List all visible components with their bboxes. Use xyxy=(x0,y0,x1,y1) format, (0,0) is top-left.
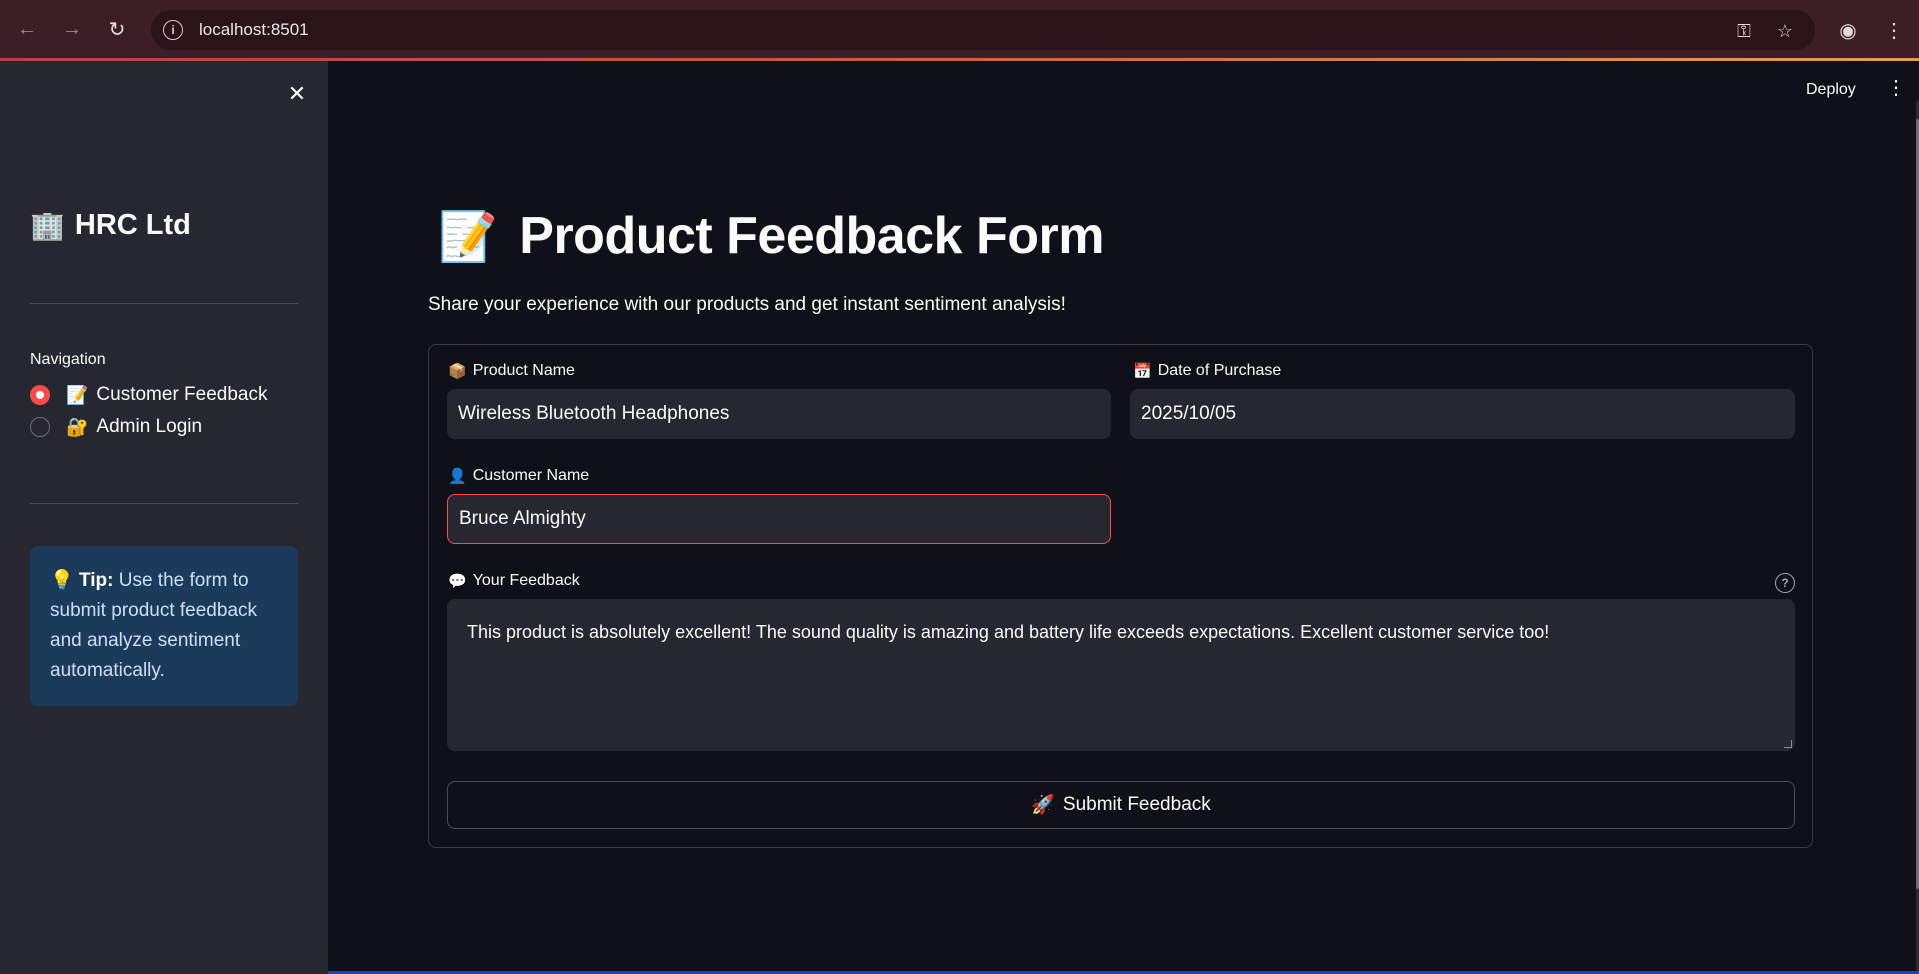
help-icon[interactable]: ? xyxy=(1775,573,1795,593)
customer-name-input[interactable]: Bruce Almighty xyxy=(447,494,1111,544)
feedback-text[interactable]: This product is absolutely excellent! Th… xyxy=(467,622,1549,642)
browser-menu-icon[interactable]: ⋮ xyxy=(1880,16,1908,44)
package-icon: 📦 xyxy=(448,363,467,380)
label-text: Date of Purchase xyxy=(1157,362,1282,379)
sidebar-divider xyxy=(30,503,298,504)
feedback-textarea[interactable]: This product is absolutely excellent! Th… xyxy=(447,599,1795,751)
password-key-icon[interactable]: ⚿ xyxy=(1733,20,1755,42)
browser-toolbar: ← → ↻ i localhost:8501 ⚿ ☆ ◉ ⋮ xyxy=(0,0,1919,60)
sidebar-divider xyxy=(30,303,298,304)
label-text: Your Feedback xyxy=(472,572,580,589)
back-icon[interactable]: ← xyxy=(12,14,42,44)
page-title: 📝 Product Feedback Form xyxy=(438,206,1104,266)
tip-box: 💡 Tip: Use the form to submit product fe… xyxy=(30,546,298,706)
submit-label: Submit Feedback xyxy=(1062,794,1211,815)
label-text: Customer Name xyxy=(472,467,590,484)
bookmark-star-icon[interactable]: ☆ xyxy=(1774,20,1796,42)
radio-unselected[interactable] xyxy=(30,417,50,437)
resize-handle-icon[interactable] xyxy=(1784,740,1792,748)
sidebar-item-customer-feedback[interactable]: 📝 Customer Feedback xyxy=(30,384,268,406)
feedback-form: 📦 Product Name Wireless Bluetooth Headph… xyxy=(428,344,1813,848)
sidebar: ✕ 🏢 HRC Ltd Navigation 📝 Customer Feedba… xyxy=(0,61,328,974)
forward-icon[interactable]: → xyxy=(57,14,87,44)
url-text[interactable]: localhost:8501 xyxy=(199,20,309,40)
close-icon[interactable]: ✕ xyxy=(284,81,310,107)
brand: 🏢 HRC Ltd xyxy=(30,209,191,242)
sidebar-item-label: Customer Feedback xyxy=(96,384,268,405)
calendar-icon: 📅 xyxy=(1133,363,1152,380)
feedback-label: 💬 Your Feedback xyxy=(448,572,580,590)
user-icon: 👤 xyxy=(448,468,467,485)
lightbulb-icon: 💡 xyxy=(50,570,74,591)
site-info-icon[interactable]: i xyxy=(163,20,183,40)
submit-feedback-button[interactable]: 🚀 Submit Feedback xyxy=(447,781,1795,829)
building-icon: 🏢 xyxy=(30,210,65,241)
sidebar-item-admin-login[interactable]: 🔐 Admin Login xyxy=(30,416,202,438)
product-name-label: 📦 Product Name xyxy=(448,362,575,380)
label-text: Product Name xyxy=(472,362,575,379)
deploy-button[interactable]: Deploy xyxy=(1806,81,1856,99)
memo-icon: 📝 xyxy=(438,210,498,264)
date-of-purchase-input[interactable]: 2025/10/05 xyxy=(1130,389,1795,439)
main-content: Deploy ⋮ 📝 Product Feedback Form Share y… xyxy=(328,61,1919,974)
rocket-icon: 🚀 xyxy=(1031,795,1055,816)
address-bar[interactable]: i localhost:8501 ⚿ ☆ xyxy=(151,10,1815,50)
memo-icon: 📝 xyxy=(66,384,89,405)
nav-label: Navigation xyxy=(30,351,106,368)
speech-bubble-icon: 💬 xyxy=(448,573,467,590)
profile-icon[interactable]: ◉ xyxy=(1834,16,1862,44)
tip-bold: Tip: xyxy=(78,570,114,591)
product-name-input[interactable]: Wireless Bluetooth Headphones xyxy=(447,389,1111,439)
customer-name-label: 👤 Customer Name xyxy=(448,467,589,485)
date-of-purchase-label: 📅 Date of Purchase xyxy=(1133,362,1281,380)
reload-icon[interactable]: ↻ xyxy=(102,14,132,44)
brand-name: HRC Ltd xyxy=(74,209,191,241)
page-subtitle: Share your experience with our products … xyxy=(428,294,1066,315)
lock-icon: 🔐 xyxy=(66,416,89,437)
page-title-text: Product Feedback Form xyxy=(519,207,1104,265)
main-menu-icon[interactable]: ⋮ xyxy=(1886,75,1906,100)
sidebar-item-label: Admin Login xyxy=(96,416,203,437)
radio-selected[interactable] xyxy=(30,385,50,405)
